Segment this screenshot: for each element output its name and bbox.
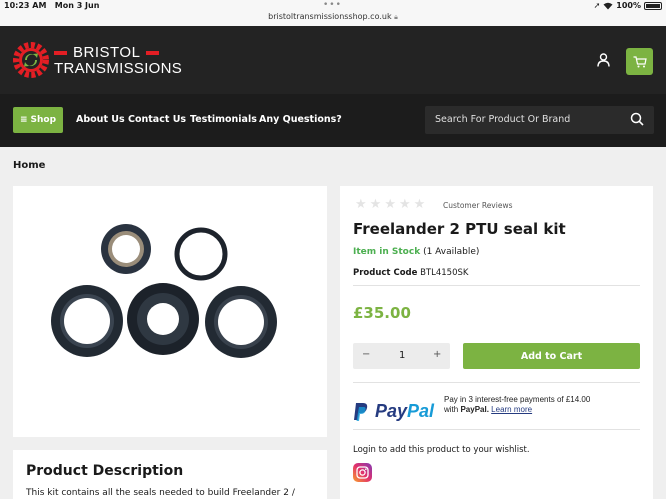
- address-bar[interactable]: bristoltransmissionsshop.co.uk 🔒︎: [0, 12, 666, 22]
- paypal-learn-more-link[interactable]: Learn more: [491, 405, 532, 414]
- shop-menu-button[interactable]: ≡ Shop: [13, 107, 63, 133]
- product-price: £35.00: [353, 304, 411, 322]
- description-text: This kit contains all the seals needed t…: [26, 488, 295, 498]
- cart-button[interactable]: [626, 48, 653, 75]
- description-heading: Product Description: [26, 463, 184, 479]
- nav-testimonials[interactable]: Testimonials: [190, 114, 257, 125]
- battery-percent: 100%: [616, 1, 641, 10]
- hamburger-icon: ≡: [19, 115, 28, 125]
- main-nav: ≡ Shop About Us Contact Us Testimonials …: [0, 94, 666, 147]
- brand-name-line1[interactable]: BRISTOL: [54, 44, 160, 61]
- star-icon: ★: [398, 197, 411, 212]
- paypal-logo: PayPal: [353, 401, 434, 422]
- breadcrumb-home[interactable]: Home: [13, 160, 45, 171]
- instagram-icon[interactable]: [353, 463, 372, 482]
- star-icon: ★: [413, 197, 426, 212]
- lock-icon: 🔒︎: [394, 13, 398, 21]
- status-time: 10:23 AM Mon 3 Jun: [4, 1, 100, 10]
- divider: [353, 382, 640, 383]
- search-icon[interactable]: [630, 112, 644, 126]
- status-indicators: ➚ 100%: [594, 1, 662, 10]
- star-icon: ★: [384, 197, 396, 212]
- nav-about-us[interactable]: About Us: [76, 114, 125, 125]
- multitask-dots[interactable]: •••: [323, 0, 342, 10]
- gear-logo-icon[interactable]: [12, 41, 50, 79]
- star-icon: ★: [355, 197, 367, 212]
- quantity-value[interactable]: 1: [399, 350, 405, 361]
- divider: [353, 285, 640, 286]
- quantity-decrease-button[interactable]: −: [362, 349, 370, 360]
- product-description-card: Product Description This kit contains al…: [13, 450, 327, 499]
- divider: [353, 429, 640, 430]
- url-text: bristoltransmissionsshop.co.uk: [268, 12, 392, 21]
- quantity-stepper[interactable]: − 1 +: [353, 343, 450, 369]
- brand-name-line2[interactable]: TRANSMISSIONS: [54, 60, 182, 77]
- location-icon: ➚: [593, 1, 601, 10]
- product-code: Product Code BTL4150SK: [353, 268, 469, 278]
- wishlist-message[interactable]: Login to add this product to your wishli…: [353, 445, 530, 455]
- star-icon: ★: [369, 197, 382, 212]
- search-input[interactable]: Search For Product Or Brand: [425, 106, 654, 134]
- quantity-increase-button[interactable]: +: [433, 349, 441, 360]
- product-title: Freelander 2 PTU seal kit: [353, 220, 566, 238]
- status-bar: 10:23 AM Mon 3 Jun ••• bristoltransmissi…: [0, 0, 666, 26]
- product-info-card: ★ ★ ★ ★ ★ Customer Reviews Freelander 2 …: [340, 186, 653, 499]
- paypal-p-icon: [354, 402, 368, 421]
- wifi-icon: [603, 2, 613, 9]
- nav-any-questions[interactable]: Any Questions?: [259, 114, 342, 125]
- product-image-card: [13, 186, 327, 437]
- star-rating[interactable]: ★ ★ ★ ★ ★: [355, 198, 425, 211]
- cart-icon: [633, 55, 647, 67]
- search-placeholder: Search For Product Or Brand: [435, 114, 571, 125]
- site-header: BRISTOL TRANSMISSIONS: [0, 26, 666, 94]
- account-icon[interactable]: [597, 53, 610, 67]
- paypal-pay-in-3-message: Pay in 3 interest-free payments of £14.0…: [444, 395, 591, 414]
- add-to-cart-button[interactable]: Add to Cart: [463, 343, 640, 369]
- stock-status: Item in Stock (1 Available): [353, 247, 480, 257]
- nav-contact-us[interactable]: Contact Us: [128, 114, 186, 125]
- battery-icon: [644, 1, 662, 10]
- product-image[interactable]: [13, 186, 327, 437]
- customer-reviews-link[interactable]: Customer Reviews: [443, 201, 512, 210]
